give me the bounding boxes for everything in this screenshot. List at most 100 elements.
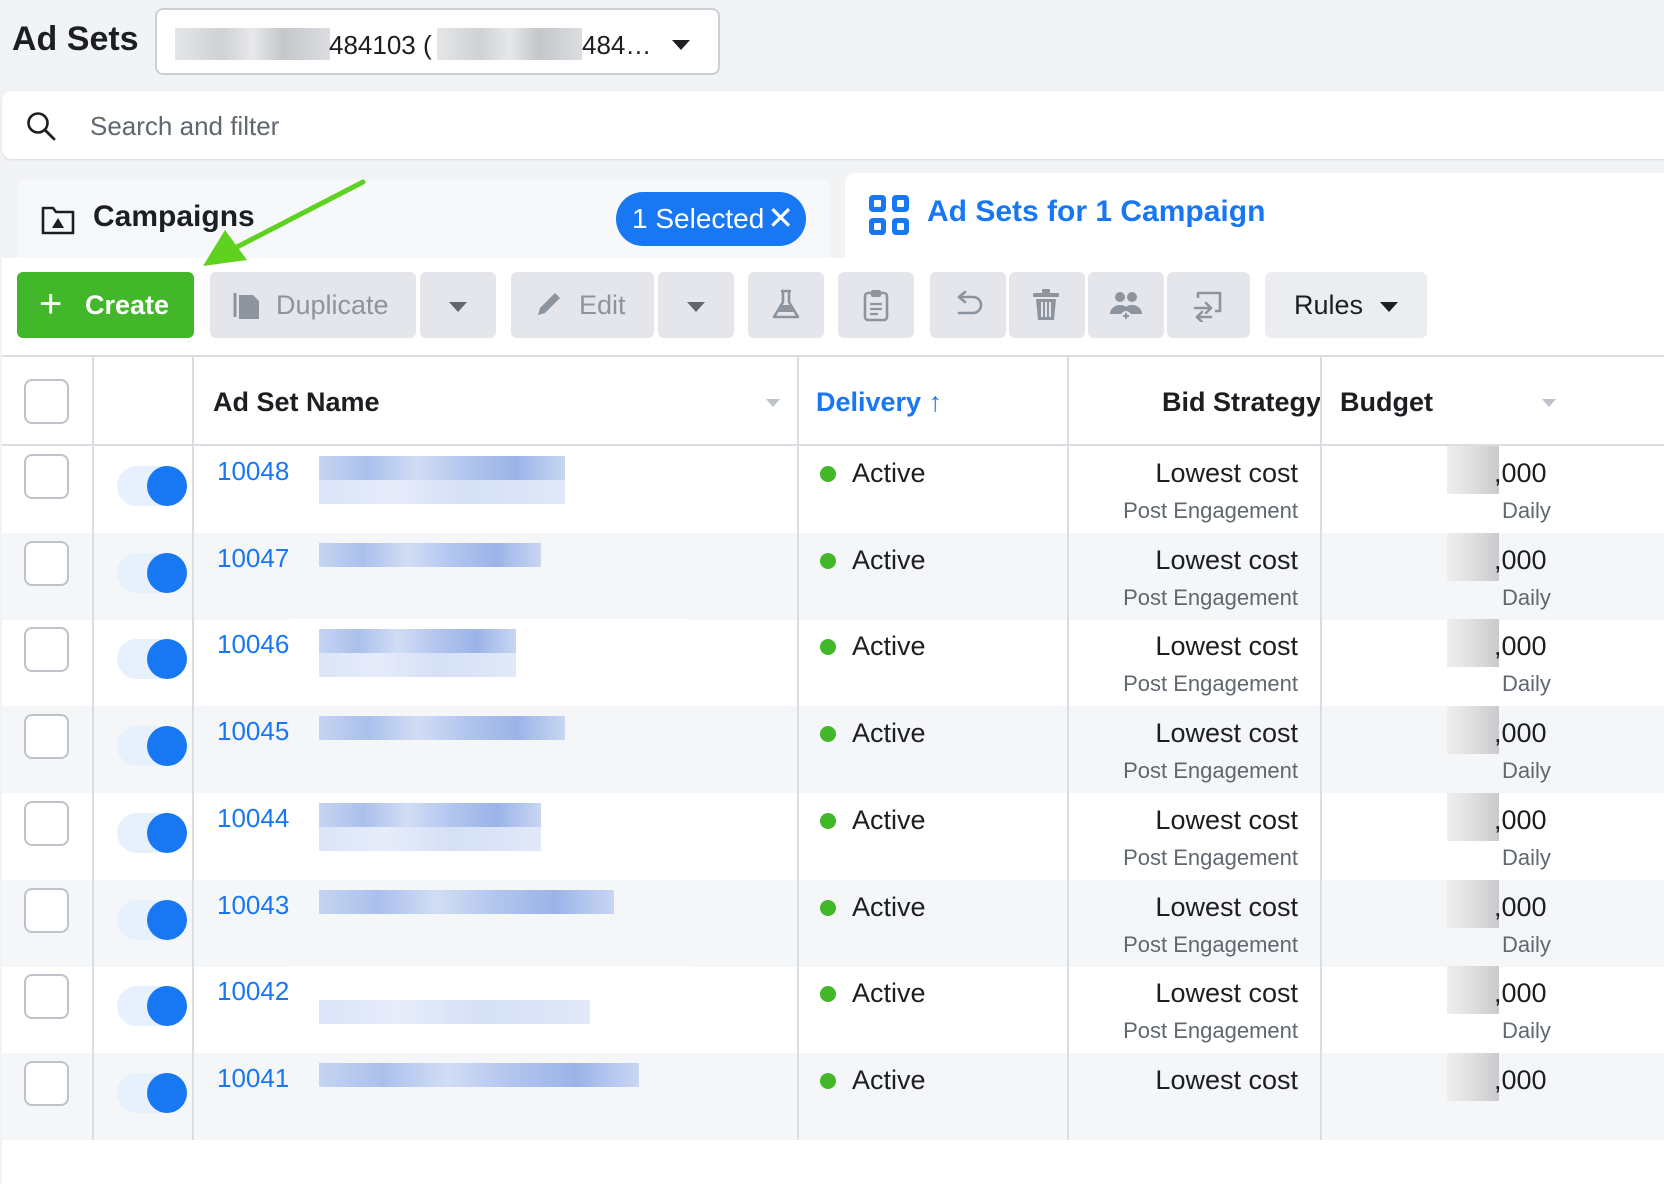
column-divider <box>797 357 799 446</box>
table-row[interactable]: 10045 Active Lowest cost Post Engagement… <box>2 706 1664 794</box>
column-divider <box>797 619 799 707</box>
redacted-budget <box>1447 1052 1499 1101</box>
delete-button[interactable] <box>1009 272 1085 338</box>
redacted-block <box>319 456 565 480</box>
row-checkbox[interactable] <box>24 714 69 760</box>
row-checkbox[interactable] <box>24 974 69 1020</box>
row-checkbox[interactable] <box>24 887 69 933</box>
edit-button[interactable]: Edit <box>511 272 654 338</box>
header-budget[interactable]: Budget <box>1340 387 1433 418</box>
close-icon[interactable]: ✕ <box>767 201 794 235</box>
column-divider <box>797 706 799 794</box>
account-select[interactable]: 484103 ( 484… <box>155 8 720 75</box>
toggle-knob <box>147 812 187 853</box>
table-row[interactable]: 10042 Active Lowest cost Post Engagement… <box>2 966 1664 1054</box>
sort-icon[interactable] <box>1542 399 1556 407</box>
adset-toggle[interactable] <box>117 726 187 767</box>
adset-toggle[interactable] <box>117 466 187 506</box>
column-divider <box>1067 619 1069 707</box>
table-row[interactable]: 10041 Active Lowest cost ,000 <box>2 1052 1664 1140</box>
status-dot-icon <box>820 726 836 743</box>
redacted-budget <box>1447 532 1499 581</box>
row-checkbox[interactable] <box>24 627 69 673</box>
header-delivery[interactable]: Delivery ↑ <box>816 387 942 418</box>
column-divider <box>1320 1052 1322 1140</box>
adset-name-link[interactable]: 10043 <box>217 890 289 921</box>
adset-name-link[interactable]: 10041 <box>217 1063 289 1094</box>
column-divider <box>192 619 194 707</box>
header-bid-strategy[interactable]: Bid Strategy <box>1162 387 1321 418</box>
adset-name-link[interactable]: 10044 <box>217 803 289 834</box>
row-checkbox[interactable] <box>24 454 69 499</box>
account-id-text-2: 484… <box>582 30 652 60</box>
ab-test-button[interactable] <box>748 272 824 338</box>
bid-strategy-sub: Post Engagement <box>1123 758 1298 784</box>
sort-icon[interactable] <box>766 399 780 407</box>
rules-button[interactable]: Rules <box>1265 272 1427 338</box>
column-divider <box>1067 357 1069 446</box>
duplicate-dropdown-button[interactable] <box>420 272 496 338</box>
adset-toggle[interactable] <box>117 812 187 853</box>
audience-button[interactable] <box>1088 272 1164 338</box>
header-delivery-label: Delivery <box>816 387 922 417</box>
redacted-adset-name <box>289 879 689 967</box>
adset-toggle[interactable] <box>117 1072 187 1113</box>
toggle-knob <box>147 552 187 593</box>
status-dot-icon <box>820 639 836 656</box>
export-button[interactable] <box>1167 272 1250 338</box>
adset-toggle[interactable] <box>117 899 187 940</box>
redacted-budget <box>1447 706 1499 755</box>
row-checkbox[interactable] <box>24 540 69 586</box>
adset-toggle[interactable] <box>117 639 187 680</box>
select-all-checkbox[interactable] <box>24 379 69 424</box>
status-dot-icon <box>820 899 836 916</box>
search-input[interactable]: Search and filter <box>90 111 279 142</box>
column-divider <box>797 966 799 1054</box>
adset-name-link[interactable]: 10048 <box>217 456 289 487</box>
budget-period: Daily <box>1502 584 1551 610</box>
table-row[interactable]: 10043 Active Lowest cost Post Engagement… <box>2 879 1664 967</box>
adset-toggle[interactable] <box>117 552 187 593</box>
delivery-status: Active <box>852 978 926 1009</box>
delivery-status: Active <box>852 718 926 749</box>
tab-campaigns[interactable]: Campaigns 1 Selected ✕ <box>18 180 830 258</box>
adset-name-link[interactable]: 10042 <box>217 976 289 1007</box>
table-row[interactable]: 10048 Active Lowest cost Post Engagement… <box>2 446 1664 533</box>
column-divider <box>1320 446 1322 533</box>
view-charts-button[interactable] <box>838 272 914 338</box>
table-row[interactable]: 10047 Active Lowest cost Post Engagement… <box>2 532 1664 620</box>
column-divider <box>192 706 194 794</box>
table-row[interactable]: 10044 Active Lowest cost Post Engagement… <box>2 792 1664 880</box>
tab-adsets[interactable]: Ad Sets for 1 Campaign <box>845 173 1664 263</box>
bid-strategy: Lowest cost <box>1155 544 1298 575</box>
edit-dropdown-button[interactable] <box>658 272 734 338</box>
duplicate-button[interactable]: Duplicate <box>210 272 416 338</box>
redacted-budget <box>1447 446 1499 494</box>
bid-strategy-sub: Post Engagement <box>1123 498 1298 523</box>
adset-name-link[interactable]: 10045 <box>217 716 289 747</box>
redacted-budget <box>1447 792 1499 841</box>
column-divider <box>797 532 799 620</box>
column-divider <box>1067 966 1069 1054</box>
column-divider <box>1320 619 1322 707</box>
bid-strategy: Lowest cost <box>1155 631 1298 662</box>
flask-icon <box>772 289 800 319</box>
duplicate-label: Duplicate <box>276 290 389 320</box>
edit-label: Edit <box>579 290 626 320</box>
adset-name-link[interactable]: 10047 <box>217 543 289 574</box>
search-bar[interactable]: Search and filter <box>2 91 1664 159</box>
adset-name-link[interactable]: 10046 <box>217 629 289 660</box>
top-bar: Ad Sets 484103 ( 484… <box>0 0 1664 90</box>
row-checkbox[interactable] <box>24 800 69 846</box>
adset-toggle[interactable] <box>117 986 187 1027</box>
redacted-block <box>319 1062 639 1087</box>
table-row[interactable]: 10046 Active Lowest cost Post Engagement… <box>2 619 1664 707</box>
row-checkbox[interactable] <box>24 1060 69 1106</box>
header-adset-name[interactable]: Ad Set Name <box>213 387 380 418</box>
create-button[interactable]: + Create <box>17 272 194 338</box>
selected-count: 1 Selected <box>632 203 765 234</box>
undo-button[interactable] <box>930 272 1006 338</box>
redacted-block <box>319 802 541 827</box>
column-divider <box>797 792 799 880</box>
selected-filter-pill[interactable]: 1 Selected ✕ <box>616 192 806 246</box>
